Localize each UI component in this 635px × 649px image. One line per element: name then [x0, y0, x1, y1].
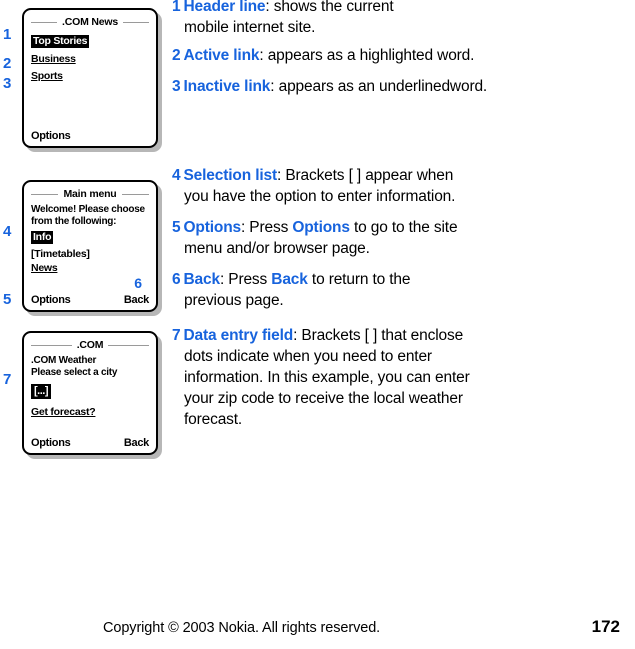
note-7-body-1: : Brackets [ ] that enclose — [293, 327, 464, 344]
main-menu-item-news[interactable]: News — [31, 262, 58, 274]
screen-weather-content: .COM .COM Weather Please select a city [… — [24, 333, 156, 453]
weather-link-row: Get forecast? — [31, 406, 149, 418]
weather-text-line-2: Please select a city — [31, 366, 118, 378]
main-menu-welcome-line-2: from the following: — [31, 215, 117, 227]
footer-page-number: 172 — [591, 617, 620, 636]
note-2-body-1: : appears as a highlighted word. — [259, 47, 475, 64]
note-1-body-1: : shows the current — [265, 0, 394, 15]
main-menu-softkey-back[interactable]: Back — [124, 294, 149, 306]
header-rule-right — [122, 21, 149, 23]
screen-news-header-title: .COM News — [62, 16, 118, 28]
callout-number-2: 2 — [3, 55, 12, 72]
callout-number-1: 1 — [3, 26, 12, 43]
weather-text-line-1: .COM Weather — [31, 355, 97, 366]
screen-news-softkeys: Options — [31, 130, 149, 142]
news-link-business[interactable]: Business — [31, 53, 76, 65]
note-item-2: 2 Active link: appears as a highlighted w… — [172, 45, 474, 66]
callout-number-5: 5 — [3, 291, 12, 308]
screen-news-header: .COM News — [31, 16, 149, 28]
callout-number-4: 4 — [3, 223, 12, 240]
footer-copyright: Copyright © 2003 Nokia. All rights reser… — [103, 620, 381, 636]
header-rule-left — [31, 21, 58, 23]
note-6-body-a: : Press — [219, 271, 272, 288]
note-item-3: 3 Inactive link: appears as an underlined… — [172, 76, 487, 97]
note-4-term: Selection list — [183, 167, 277, 184]
weather-data-entry-field[interactable]: [...] — [31, 384, 51, 399]
note-item-5: 5 Options: Press Options to go to the sit… — [172, 217, 458, 259]
screen-weather-header: .COM — [31, 339, 149, 351]
note-7-term: Data entry field — [183, 327, 294, 344]
phone-screen-news: .COM News Top Stories Business Sports Op… — [22, 8, 158, 148]
note-2-index: 2 — [172, 47, 181, 64]
callout-number-6: 6 — [134, 275, 142, 291]
news-link-sports[interactable]: Sports — [31, 70, 63, 82]
note-3-index: 3 — [172, 78, 181, 95]
note-item-6: 6 Back: Press Back to return to the previ… — [172, 269, 410, 311]
note-3-body-1: : appears as an underlinedword. — [270, 78, 488, 95]
note-4-index: 4 — [172, 167, 181, 184]
note-4-body-2: you have the option to enter information… — [184, 188, 456, 205]
main-menu-softkey-options[interactable]: Options — [31, 294, 71, 306]
callout-number-7: 7 — [3, 371, 12, 388]
news-link-business-row: Business — [31, 53, 149, 65]
note-2-term: Active link — [183, 47, 260, 64]
main-menu-item-info[interactable]: Info — [31, 231, 54, 244]
main-menu-welcome-line-1: Welcome! Please choose — [31, 204, 145, 215]
phone-screen-weather: .COM .COM Weather Please select a city [… — [22, 331, 158, 455]
header-rule-right — [121, 193, 150, 195]
screen-weather-header-title: .COM — [76, 339, 104, 351]
news-link-sports-row: Sports — [31, 70, 149, 82]
note-5-body-b: to go to the site — [349, 219, 458, 236]
note-item-4: 4 Selection list: Brackets [ ] appear whe… — [172, 165, 455, 207]
page-footer: Copyright © 2003 Nokia. All rights reser… — [103, 617, 620, 637]
news-link-top-stories-row: Top Stories — [31, 35, 149, 48]
phone-screen-main-menu: Main menu Welcome! Please choose from th… — [22, 180, 158, 312]
note-7-body-3: information. In this example, you can en… — [184, 369, 470, 386]
screen-weather-softkeys: Options Back — [31, 437, 149, 449]
note-6-body-2: previous page. — [184, 292, 284, 309]
note-7-body-2: dots indicate when you need to enter — [184, 348, 432, 365]
screen-news-content: .COM News Top Stories Business Sports Op… — [24, 10, 156, 146]
weather-entry-field-row: [...] — [31, 384, 149, 399]
weather-link-get-forecast[interactable]: Get forecast? — [31, 406, 96, 418]
main-menu-item-info-row: Info — [31, 231, 149, 244]
header-rule-left — [31, 193, 59, 195]
note-1-index: 1 — [172, 0, 181, 15]
screen-main-menu-softkeys: Options Back — [31, 294, 149, 306]
screen-main-menu-content: Main menu Welcome! Please choose from th… — [24, 182, 156, 310]
note-3-term: Inactive link — [183, 78, 271, 95]
note-5-index: 5 — [172, 219, 181, 236]
screen-main-menu-header: Main menu — [31, 188, 150, 200]
callout-number-3: 3 — [3, 75, 12, 92]
news-softkey-options[interactable]: Options — [31, 130, 71, 142]
weather-softkey-back[interactable]: Back — [124, 437, 149, 449]
header-rule-left — [31, 344, 72, 346]
main-menu-item-news-row: News — [31, 262, 149, 274]
main-menu-item-timetables[interactable]: [Timetables] — [31, 248, 149, 260]
note-4-body-1: : Brackets [ ] appear when — [277, 167, 454, 184]
note-item-1: 1 Header line: shows the current mobile i… — [172, 0, 394, 38]
weather-softkey-options[interactable]: Options — [31, 437, 71, 449]
note-7-body-4: your zip code to receive the local weath… — [184, 390, 463, 407]
note-6-index: 6 — [172, 271, 181, 288]
note-5-body-a: : Press — [240, 219, 293, 236]
note-6-keyword: Back — [271, 271, 308, 288]
note-5-keyword: Options — [292, 219, 350, 236]
news-link-top-stories[interactable]: Top Stories — [31, 35, 90, 48]
note-1-body-2: mobile internet site. — [184, 19, 316, 36]
note-6-term: Back — [183, 271, 220, 288]
note-5-body-2: menu and/or browser page. — [184, 240, 370, 257]
note-item-7: 7 Data entry field: Brackets [ ] that enc… — [172, 325, 470, 430]
note-5-term: Options — [183, 219, 241, 236]
note-6-body-b: to return to the — [307, 271, 411, 288]
note-1-term: Header line — [183, 0, 266, 15]
header-rule-right — [108, 344, 149, 346]
note-7-body-5: forecast. — [184, 411, 243, 428]
screen-main-menu-header-title: Main menu — [63, 188, 117, 200]
note-7-index: 7 — [172, 327, 181, 344]
